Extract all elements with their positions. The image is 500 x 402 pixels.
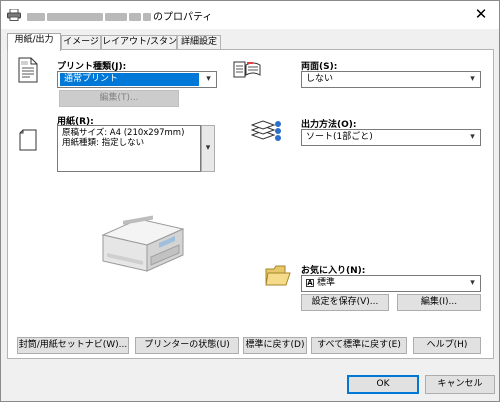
properties-dialog: のプロパティ ✕ 用紙/出力 イメージ レイアウト/スタンプ 詳細設定 プリント… — [0, 0, 500, 402]
printer-status-button[interactable]: プリンターの状態(U) — [135, 337, 239, 354]
printer-name-redacted — [129, 13, 141, 21]
title-bar[interactable]: のプロパティ ✕ — [1, 1, 499, 29]
duplex-select[interactable]: しない ▾ — [301, 71, 481, 88]
favorites-value-wrap: A 標準 — [302, 276, 464, 291]
printer-icon — [7, 9, 21, 21]
duplex-icon — [233, 61, 261, 78]
tab-paper-output[interactable]: 用紙/出力 — [7, 33, 61, 51]
paper-summary-box: 原稿サイズ: A4 (210x297mm) 用紙種類: 指定しない — [57, 125, 201, 172]
folder-icon — [265, 265, 291, 286]
tab-image[interactable]: イメージ — [61, 35, 101, 50]
cancel-button[interactable]: キャンセル — [425, 375, 495, 394]
chevron-down-icon: ▾ — [470, 132, 475, 142]
close-button[interactable]: ✕ — [471, 5, 491, 23]
window-title: のプロパティ — [27, 8, 212, 23]
paper-dropdown-button[interactable]: ▾ — [201, 125, 215, 172]
chevron-down-icon: ▾ — [470, 74, 475, 84]
print-type-select[interactable]: 通常プリント ▾ — [57, 71, 217, 88]
favorites-edit-button[interactable]: 編集(I)... — [397, 294, 481, 311]
collate-icon — [251, 120, 281, 141]
ok-button[interactable]: OK — [347, 375, 419, 394]
printer-illustration-icon — [101, 215, 185, 272]
printer-name-redacted — [27, 13, 45, 21]
favorites-value: 標準 — [317, 278, 336, 288]
help-button[interactable]: ヘルプ(H) — [413, 337, 481, 354]
save-settings-button[interactable]: 設定を保存(V)... — [301, 294, 389, 311]
chevron-down-icon: ▾ — [470, 278, 475, 288]
favorite-badge-icon: A — [306, 278, 314, 287]
output-method-value: ソート(1部ごと) — [306, 132, 373, 142]
chevron-down-icon: ▾ — [206, 74, 211, 84]
printer-name-redacted — [47, 13, 103, 21]
printer-name-redacted — [105, 13, 127, 21]
restore-default-button[interactable]: 標準に戻す(D) — [243, 337, 307, 354]
print-type-edit-button[interactable]: 編集(T)... — [59, 90, 179, 107]
paper-icon — [19, 129, 37, 151]
output-method-select[interactable]: ソート(1部ごと) ▾ — [301, 129, 481, 146]
print-type-value: 通常プリント — [60, 73, 199, 86]
window-title-suffix: のプロパティ — [153, 12, 213, 23]
paper-size-text: 原稿サイズ: A4 (210x297mm) — [62, 128, 185, 138]
envelope-navi-button[interactable]: 封筒/用紙セットナビ(W)... — [17, 337, 129, 354]
duplex-value: しない — [306, 74, 334, 84]
restore-all-button[interactable]: すべて標準に戻す(E) — [311, 337, 407, 354]
favorites-select[interactable]: A 標準 ▾ — [301, 275, 481, 292]
document-type-icon — [18, 57, 38, 83]
tab-advanced[interactable]: 詳細設定 — [177, 35, 221, 50]
printer-name-redacted — [143, 13, 151, 21]
paper-type-text: 用紙種類: 指定しない — [62, 138, 145, 148]
tab-layout-stamp[interactable]: レイアウト/スタンプ — [101, 35, 186, 50]
